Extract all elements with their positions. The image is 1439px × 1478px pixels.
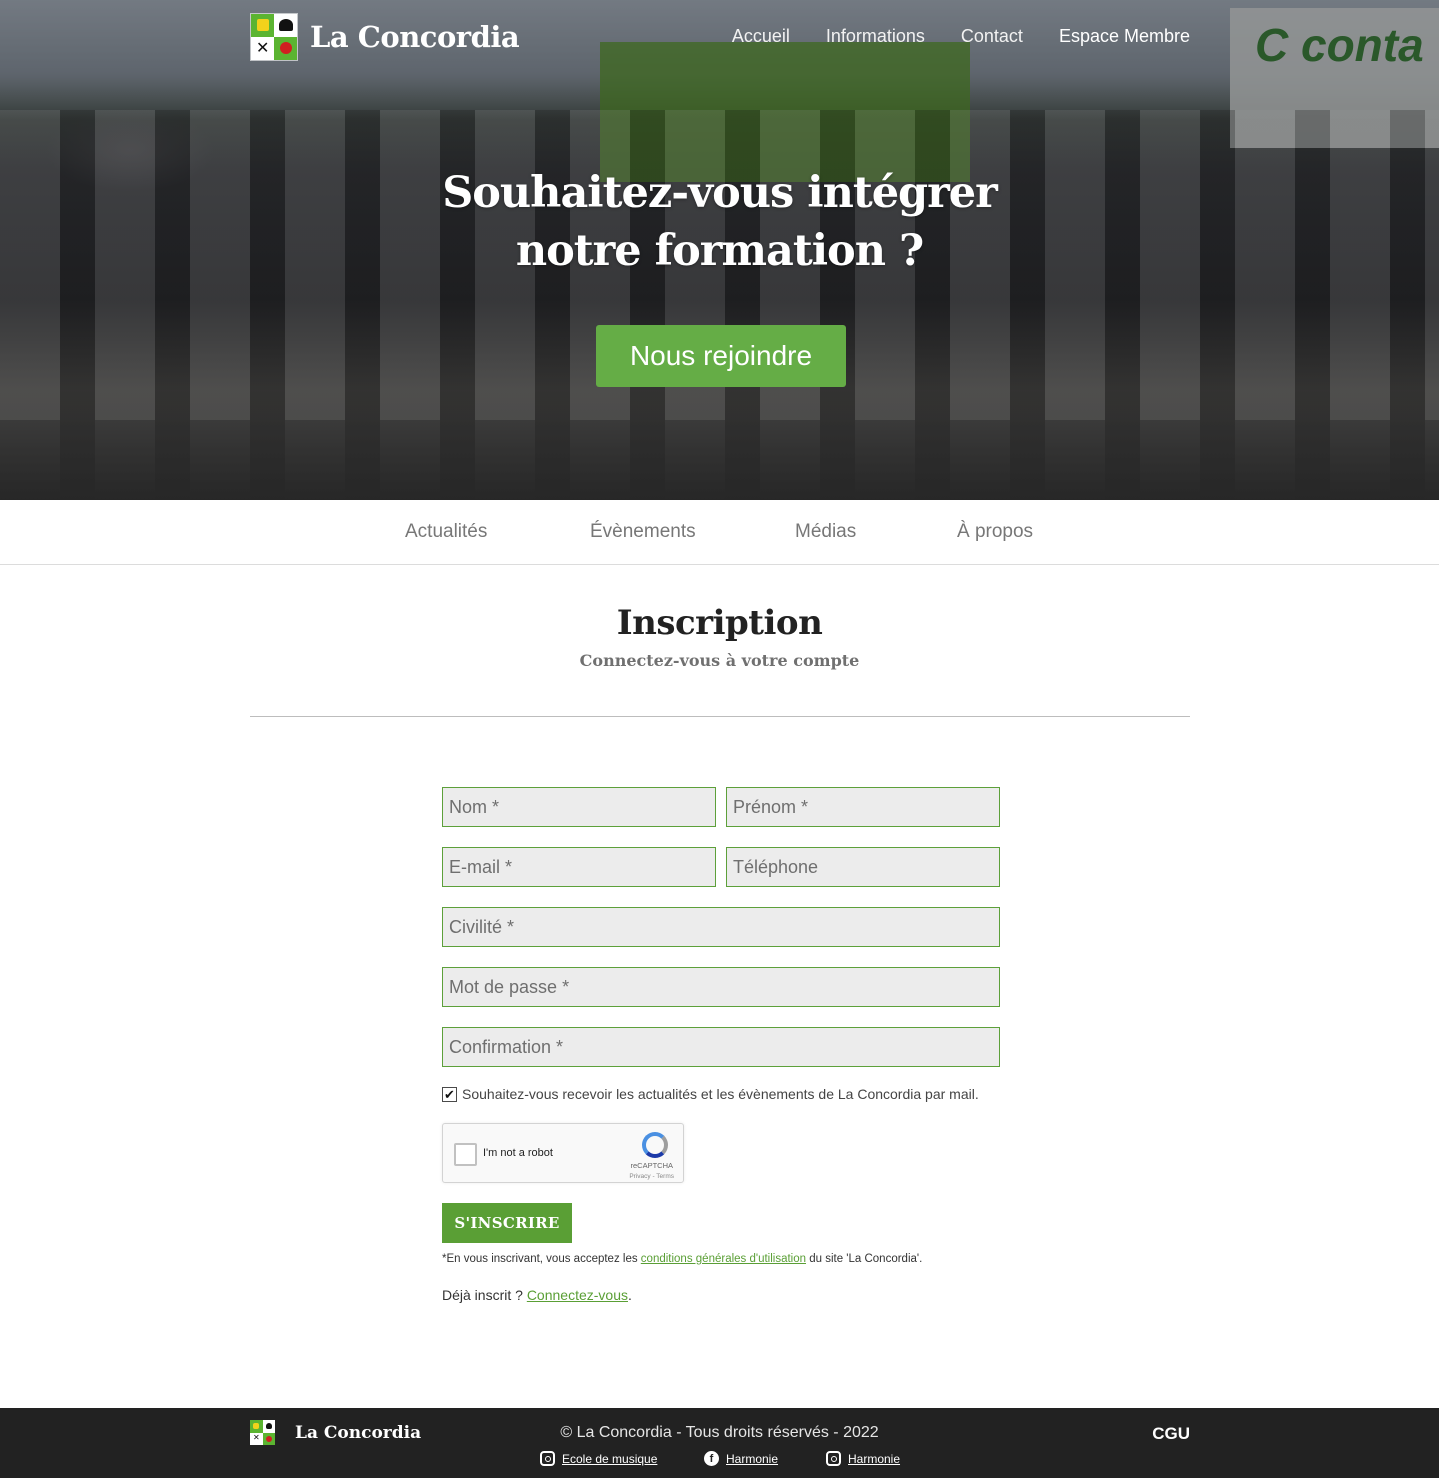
recaptcha-icon — [642, 1132, 668, 1158]
section-nav: Actualités Évènements Médias À propos — [0, 500, 1439, 565]
instagram-icon — [540, 1451, 555, 1466]
instagram-icon — [826, 1451, 841, 1466]
recaptcha-widget: I'm not a robot reCAPTCHA Privacy - Term… — [442, 1123, 684, 1183]
site-logo[interactable]: La Concordia — [250, 12, 520, 62]
nav-contact[interactable]: Contact — [961, 26, 1023, 47]
terms-link[interactable]: conditions générales d'utilisation — [641, 1253, 806, 1265]
social-link-harmonie-facebook[interactable]: f Harmonie — [704, 1451, 778, 1466]
social-label: Harmonie — [848, 1451, 901, 1466]
terms-notice: *En vous inscrivant, vous acceptez les c… — [442, 1253, 922, 1265]
newsletter-option: ✔ Souhaitez-vous recevoir les actualités… — [442, 1086, 979, 1102]
login-prefix: Déjà inscrit ? — [442, 1287, 527, 1303]
prenom-field[interactable] — [726, 787, 1000, 827]
check-icon: ✔ — [444, 1086, 455, 1102]
social-label: Ecole de musique — [562, 1451, 658, 1466]
terms-suffix: du site 'La Concordia'. — [806, 1253, 923, 1265]
civilite-field[interactable] — [442, 907, 1000, 947]
newsletter-checkbox[interactable]: ✔ — [442, 1086, 457, 1102]
login-link[interactable]: Connectez-vous — [527, 1287, 628, 1303]
hero-title-line2: notre formation ? — [515, 226, 924, 276]
nav-informations[interactable]: Informations — [826, 26, 925, 47]
subnav-a-propos[interactable]: À propos — [957, 521, 1033, 543]
confirmation-field[interactable] — [442, 1027, 1000, 1067]
cgu-link[interactable]: CGU — [1152, 1424, 1190, 1444]
main-nav: Accueil Informations Contact Espace Memb… — [732, 26, 1190, 47]
page-subtitle: Connectez-vous à votre compte — [579, 651, 860, 670]
telephone-field[interactable] — [726, 847, 1000, 887]
recaptcha-terms[interactable]: Privacy - Terms — [629, 1173, 674, 1180]
subnav-actualites[interactable]: Actualités — [405, 521, 487, 543]
login-prompt: Déjà inscrit ? Connectez-vous. — [442, 1287, 632, 1303]
crest-icon — [250, 13, 298, 61]
nom-field[interactable] — [442, 787, 716, 827]
email-field[interactable] — [442, 847, 716, 887]
recaptcha-label: I'm not a robot — [483, 1147, 553, 1159]
hero-title: Souhaitez-vous intégrer notre formation … — [0, 164, 1439, 280]
social-label: Harmonie — [726, 1451, 779, 1466]
site-title: La Concordia — [310, 20, 520, 54]
copyright: © La Concordia - Tous droits réservés - … — [560, 1424, 879, 1441]
footer: La Concordia © La Concordia - Tous droit… — [0, 1408, 1439, 1478]
signup-button[interactable]: S'INSCRIRE — [442, 1203, 572, 1243]
social-link-ecole[interactable]: Ecole de musique — [540, 1451, 657, 1466]
terms-prefix: *En vous inscrivant, vous acceptez les — [442, 1253, 641, 1265]
page-title: Inscription — [616, 603, 823, 643]
nav-espace-membre[interactable]: Espace Membre — [1059, 26, 1190, 47]
hero-banner: C conta La Concordia Accueil Information… — [0, 0, 1439, 500]
divider — [250, 716, 1190, 717]
top-bar: La Concordia Accueil Informations Contac… — [250, 12, 1190, 62]
password-field[interactable] — [442, 967, 1000, 1007]
recaptcha-checkbox[interactable] — [454, 1143, 477, 1166]
nav-accueil[interactable]: Accueil — [732, 26, 790, 47]
subnav-medias[interactable]: Médias — [795, 521, 856, 543]
hero-title-line1: Souhaitez-vous intégrer — [442, 168, 998, 218]
join-button[interactable]: Nous rejoindre — [596, 325, 846, 387]
newsletter-label: Souhaitez-vous recevoir les actualités e… — [462, 1086, 979, 1102]
subnav-evenements[interactable]: Évènements — [590, 521, 696, 543]
social-link-harmonie-instagram[interactable]: Harmonie — [826, 1451, 900, 1466]
facebook-icon: f — [704, 1451, 719, 1466]
login-suffix: . — [627, 1287, 632, 1303]
recaptcha-brand: reCAPTCHA — [630, 1161, 673, 1170]
